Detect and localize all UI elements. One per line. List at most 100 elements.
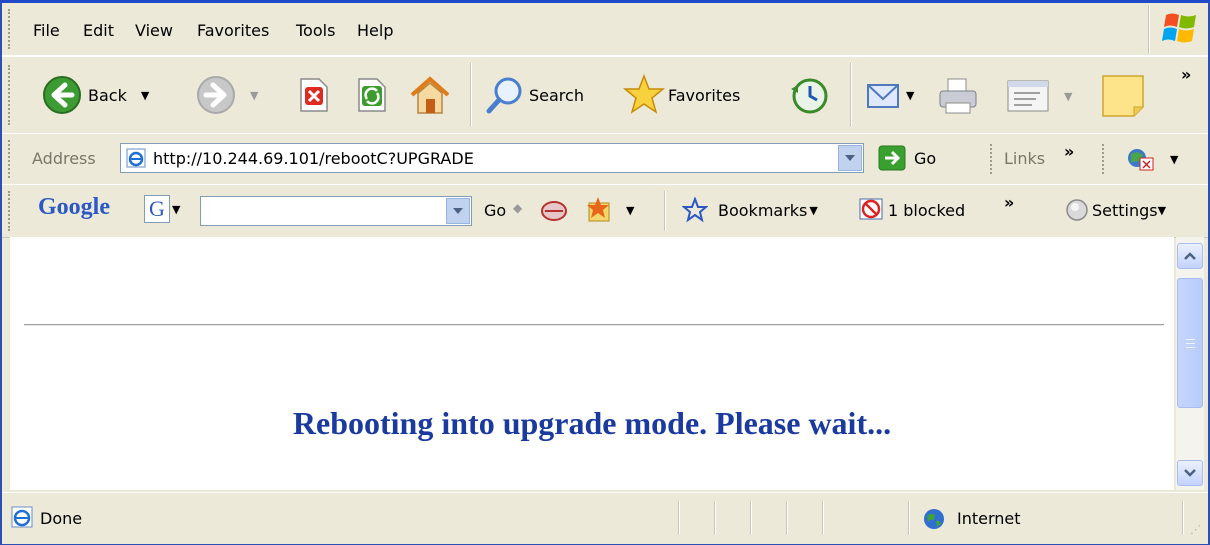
toolbar-separator	[470, 63, 472, 127]
print-icon[interactable]	[936, 75, 980, 117]
windows-logo-icon	[1162, 13, 1196, 43]
bookmarks-label: Bookmarks	[718, 200, 808, 220]
status-bar: Done Internet ⋰	[2, 492, 1208, 544]
back-button[interactable]: Back ▼	[42, 75, 149, 115]
extension-icon	[1128, 149, 1154, 171]
toolbar-grip[interactable]	[8, 9, 13, 49]
chevron-more-icon[interactable]: »	[1064, 142, 1074, 161]
thumb-grip-icon	[1185, 338, 1195, 348]
search-icon	[486, 77, 522, 114]
chevron-more-icon[interactable]: »	[1004, 193, 1014, 212]
resize-grip-icon[interactable]: ⋰	[1190, 523, 1201, 536]
menu-tools[interactable]: Tools	[296, 21, 335, 40]
chevron-down-icon: ▼	[1157, 203, 1167, 217]
settings-circle-icon	[1066, 199, 1088, 221]
menu-favorites[interactable]: Favorites	[197, 21, 269, 40]
globe-icon	[924, 509, 944, 529]
google-logo[interactable]: Google	[38, 194, 110, 221]
status-pane-divider	[714, 501, 716, 535]
status-pane-divider	[678, 501, 680, 535]
mail-icon	[867, 84, 899, 108]
google-g-icon: G	[144, 195, 170, 223]
blocked-popup-icon	[859, 198, 883, 220]
chevron-up-icon	[1184, 252, 1196, 260]
toolbar-grip[interactable]	[1102, 144, 1107, 174]
address-input[interactable]: http://10.244.69.101/rebootC?UPGRADE	[120, 143, 864, 173]
favorites-button[interactable]: Favorites	[622, 73, 740, 117]
chevron-down-icon[interactable]: ▼	[141, 89, 149, 102]
chevron-down-icon[interactable]: ▼	[1170, 153, 1178, 166]
chevron-down-icon	[845, 155, 855, 161]
google-search-dropdown[interactable]	[446, 198, 470, 224]
popup-blocked-button[interactable]: 1 blocked	[858, 197, 965, 223]
page-content: Rebooting into upgrade mode. Please wait…	[10, 237, 1174, 490]
chevron-down-icon	[1184, 469, 1196, 477]
security-zone-label: Internet	[957, 509, 1021, 528]
toolbar-grip[interactable]	[8, 140, 13, 178]
status-pane-divider	[908, 501, 910, 535]
status-pane-divider	[786, 501, 788, 535]
google-menu-button[interactable]: G ▼	[144, 195, 180, 223]
bookmark-star-icon	[682, 197, 708, 223]
address-label: Address	[32, 149, 96, 168]
standard-toolbar: Back ▼ ▼ Search Favorites ▼ ▼ »	[2, 56, 1208, 134]
address-dropdown-button[interactable]	[838, 145, 862, 171]
chevron-down-icon[interactable]: ▼	[250, 89, 258, 102]
settings-button[interactable]: Settings ▼	[1064, 197, 1166, 223]
links-label[interactable]: Links	[1004, 149, 1045, 168]
forward-button[interactable]: ▼	[196, 75, 258, 115]
back-label: Back	[88, 85, 127, 105]
toolbar-grip[interactable]	[990, 144, 995, 174]
ie-page-icon	[11, 506, 33, 528]
horizontal-rule	[24, 324, 1164, 326]
menu-help[interactable]: Help	[357, 21, 393, 40]
google-go-button[interactable]: Go	[484, 201, 506, 220]
chevron-down-icon: ▼	[172, 202, 181, 216]
popup-blocker-icon[interactable]	[539, 197, 569, 225]
scroll-up-button[interactable]	[1177, 243, 1203, 269]
google-search-input[interactable]	[200, 196, 472, 226]
star-icon	[622, 73, 666, 114]
go-label: Go	[914, 148, 937, 168]
chevron-down-icon[interactable]: ▼	[906, 89, 914, 102]
mail-button[interactable]: ▼	[864, 75, 914, 115]
back-arrow-icon	[43, 76, 81, 114]
chevron-down-icon: ▼	[626, 203, 635, 217]
menu-bar: File Edit View Favorites Tools Help	[2, 3, 1208, 56]
refresh-icon[interactable]	[353, 77, 389, 113]
resize-handle-icon[interactable]: ◆	[513, 201, 522, 215]
menu-view[interactable]: View	[135, 21, 173, 40]
chevron-down-icon[interactable]: ▼	[1064, 90, 1072, 103]
blocked-count: 1 blocked	[888, 200, 966, 220]
status-pane-divider	[1182, 501, 1184, 535]
chevron-down-icon: ▼	[809, 203, 818, 217]
status-pane-divider	[822, 501, 824, 535]
menu-edit[interactable]: Edit	[83, 21, 114, 40]
edit-page-icon	[1007, 80, 1049, 112]
address-bar: Address http://10.244.69.101/rebootC?UPG…	[2, 133, 1208, 185]
menu-file[interactable]: File	[33, 21, 60, 40]
scroll-down-button[interactable]	[1177, 460, 1203, 486]
chevron-more-icon[interactable]: »	[1181, 65, 1191, 84]
toolbar-grip[interactable]	[8, 65, 13, 125]
history-icon[interactable]	[788, 75, 830, 117]
bookmarks-button[interactable]: Bookmarks ▼	[682, 197, 818, 223]
toolbar-separator	[850, 63, 852, 127]
home-icon[interactable]	[408, 73, 452, 117]
stop-icon[interactable]	[295, 77, 331, 113]
scroll-thumb[interactable]	[1177, 278, 1203, 408]
url-text: http://10.244.69.101/rebootC?UPGRADE	[153, 148, 474, 168]
go-button[interactable]: Go	[878, 145, 936, 171]
extension-button[interactable]: ▼	[1126, 146, 1178, 172]
menu-separator	[1148, 5, 1150, 53]
vertical-scrollbar[interactable]	[1176, 237, 1204, 490]
autofill-icon	[587, 197, 610, 222]
google-toolbar: Google G ▼ Go ◆ ▼ Bookmarks ▼ 1 blocked …	[2, 184, 1208, 238]
note-icon[interactable]	[1100, 73, 1146, 119]
edit-button[interactable]: ▼	[1006, 77, 1072, 115]
search-button[interactable]: Search	[485, 75, 584, 115]
toolbar-grip[interactable]	[8, 191, 13, 231]
status-pane-divider	[750, 501, 752, 535]
search-label: Search	[529, 85, 584, 105]
autofill-button[interactable]: ▼	[586, 195, 634, 225]
